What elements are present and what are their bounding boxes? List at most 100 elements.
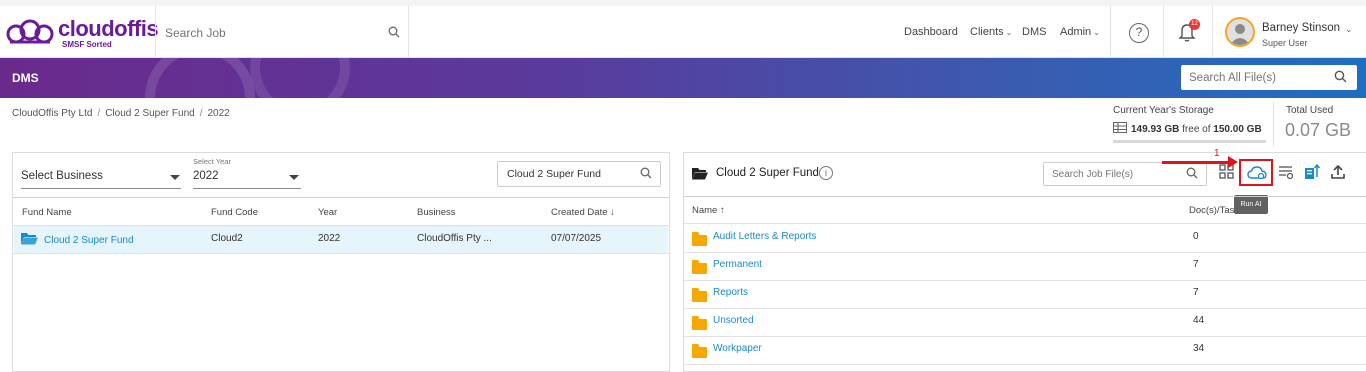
brand-logo[interactable]: cloudoffis SMSF Sorted [6,16,159,56]
storage-value: 149.93 GB free of 150.00 GB [1113,122,1262,135]
column-header-business[interactable]: Business [417,207,456,218]
brand-name: cloudoffis [58,16,159,41]
breadcrumb-item[interactable]: 2022 [208,108,230,119]
divider [684,223,1366,224]
business-select[interactable]: Select Business [21,170,103,182]
search-icon[interactable] [1186,167,1198,179]
column-header-docs[interactable]: Doc(s)/Tas [1189,205,1234,216]
breadcrumb-separator: / [199,108,203,119]
caret-down-icon[interactable] [289,175,299,180]
user-role: Super User [1262,38,1308,48]
divider [684,196,1366,197]
page-title: DMS [12,71,39,85]
nav-admin[interactable]: Admin ⌄ [1060,26,1100,38]
folder-open-icon [692,168,708,180]
search-all-files-input[interactable] [1181,65,1357,90]
year-cell: 2022 [318,233,341,244]
logo-icon [6,19,54,44]
column-header-name[interactable]: Name ↑ [692,205,725,216]
divider [155,6,156,58]
list-item[interactable]: Unsorted 44 [684,309,1366,337]
annotation-arrow [1162,161,1230,164]
folder-icon [692,344,707,358]
search-job-files-input[interactable] [1043,162,1207,186]
divider [13,197,669,198]
select-underline [21,188,181,189]
nav-dashboard[interactable]: Dashboard [904,26,958,38]
doc-count-cell: 7 [1193,259,1199,270]
search-icon[interactable] [388,26,400,38]
search-job-input[interactable] [165,26,365,40]
search-icon[interactable] [640,167,652,179]
select-underline [193,188,301,189]
chevron-down-icon: ⌄ [1005,28,1013,37]
run-ai-highlight [1239,159,1273,186]
caret-down-icon[interactable] [170,175,180,180]
column-header-created-date[interactable]: Created Date ↓ [551,207,615,218]
nav-clients-label: Clients [970,26,1004,38]
list-settings-icon[interactable] [1278,164,1294,180]
chevron-down-icon[interactable]: ⌄ [1345,24,1353,35]
info-icon[interactable]: i [819,166,833,180]
breadcrumb: CloudOffis Pty Ltd / Cloud 2 Super Fund / 20… [12,108,230,119]
created-date-cell: 07/07/2025 [551,233,602,244]
fund-name-link[interactable]: Cloud 2 Super Fund [44,235,134,246]
folder-name-link[interactable]: Permanent [713,259,762,270]
folder-icon [692,316,707,330]
storage-label: Current Year's Storage [1113,105,1214,116]
step-number: 1 [1214,148,1220,159]
avatar[interactable] [1225,17,1255,47]
divider [1110,6,1111,58]
fund-search-input[interactable] [497,161,661,187]
folder-name-link[interactable]: Workpaper [713,343,762,354]
nav-dms[interactable]: DMS [1022,26,1046,38]
divider [684,364,1366,365]
folder-open-icon [21,233,38,245]
folder-name-link[interactable]: Reports [713,287,748,298]
list-item[interactable]: Workpaper 34 [684,337,1366,365]
run-ai-tooltip: Run AI [1234,195,1268,214]
breadcrumb-item[interactable]: Cloud 2 Super Fund [105,108,195,119]
user-name[interactable]: Barney Stinson [1262,22,1340,34]
folder-name-link[interactable]: Unsorted [713,315,754,326]
banner-decoration [145,58,350,98]
folder-name-link[interactable]: Audit Letters & Reports [713,231,816,242]
fund-code-cell: Cloud2 [211,233,243,244]
list-item[interactable]: Permanent 7 [684,253,1366,281]
year-select[interactable]: 2022 [193,170,219,182]
column-header-fund-name[interactable]: Fund Name [22,207,72,218]
storage-free: 149.93 GB [1131,124,1180,135]
created-date-label: Created Date [551,207,608,218]
dms-banner: DMS [0,58,1366,98]
divider [408,6,409,58]
doc-count-cell: 34 [1193,343,1205,354]
sort-down-icon: ↓ [610,207,615,218]
storage-icon [1113,122,1127,133]
sort-files-icon[interactable] [1304,164,1320,180]
doc-count-cell: 7 [1193,287,1199,298]
column-header-fund-code[interactable]: Fund Code [211,207,258,218]
column-header-year[interactable]: Year [318,207,337,218]
user-avatar-icon [1230,24,1250,45]
search-icon[interactable] [1334,70,1347,83]
help-icon[interactable]: ? [1129,23,1149,43]
list-item[interactable]: Reports 7 [684,281,1366,309]
brand-tagline: SMSF Sorted [62,40,112,49]
nav-admin-label: Admin [1060,26,1092,38]
total-used-value: 0.07 GB [1285,120,1352,140]
name-label: Name [692,205,718,216]
upload-icon[interactable] [1330,164,1346,180]
divider [1212,6,1213,58]
nav-clients[interactable]: Clients ⌄ [970,26,1012,38]
divider [1163,6,1164,58]
annotation-arrow-head [1228,156,1238,168]
folder-title: Cloud 2 Super Fund [716,167,819,179]
top-bar: cloudoffis SMSF Sorted Dashboard Clients… [0,0,1366,58]
list-item[interactable]: Audit Letters & Reports 0 [684,225,1366,253]
divider [1273,102,1274,146]
chevron-down-icon: ⌄ [1093,28,1100,37]
doc-count-cell: 0 [1193,231,1199,242]
divider [13,253,669,254]
breadcrumb-item[interactable]: CloudOffis Pty Ltd [12,108,92,119]
total-used-label: Total Used [1286,105,1334,116]
